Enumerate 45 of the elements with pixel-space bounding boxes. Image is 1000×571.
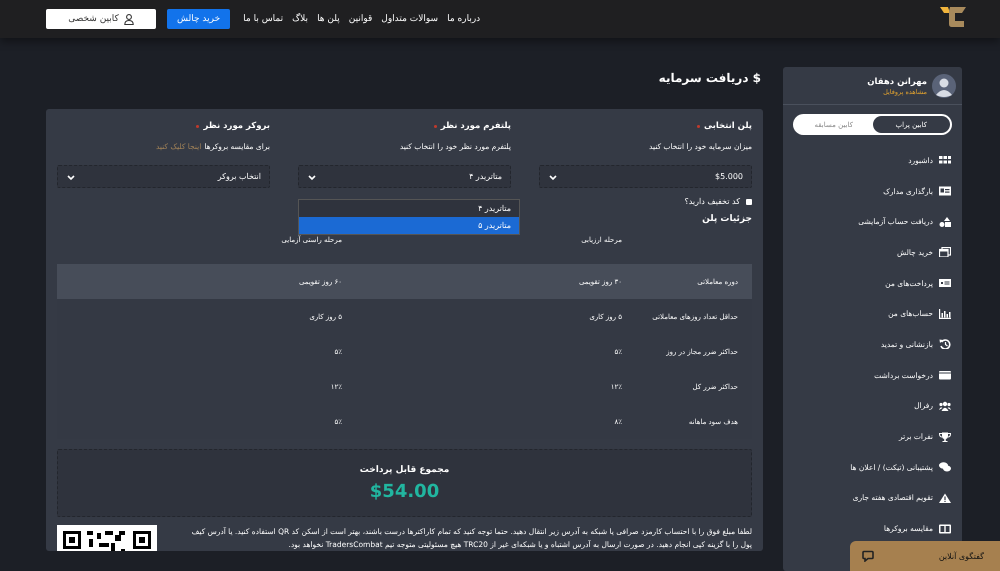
wallet-icon bbox=[939, 370, 951, 380]
page-title: $ دریافت سرمایه bbox=[658, 71, 762, 85]
windows-icon bbox=[939, 247, 951, 258]
warning-icon bbox=[939, 492, 951, 503]
bill-icon bbox=[939, 278, 951, 288]
total-label: مجموع قابل پرداخت bbox=[360, 464, 450, 474]
nav-link[interactable]: قوانین bbox=[348, 14, 372, 24]
account-button[interactable]: کابین شخصی bbox=[46, 9, 156, 29]
total-amount: $54.00 bbox=[370, 480, 440, 502]
discount-checkbox[interactable] bbox=[746, 198, 752, 204]
nav-link[interactable]: پلن ها bbox=[317, 14, 340, 24]
shapes-icon bbox=[939, 216, 951, 227]
dropdown-option[interactable]: متاتریدر ۴ bbox=[299, 200, 519, 217]
field-label: پلن انتخابی bbox=[704, 121, 752, 131]
user-name: مهرانن دهقان bbox=[867, 76, 927, 86]
buy-challenge-button[interactable]: خرید چالش bbox=[167, 9, 230, 29]
select-field[interactable]: انتخاب بروکر bbox=[57, 165, 270, 188]
user-icon bbox=[124, 14, 134, 24]
qr-code-icon bbox=[57, 525, 157, 551]
field-label: بروکر مورد نظر bbox=[203, 121, 270, 131]
id-card-icon bbox=[939, 186, 951, 196]
chevron-down-icon bbox=[548, 172, 558, 180]
select-field[interactable]: متاتریدر ۴ bbox=[298, 165, 511, 188]
nav-link[interactable]: درباره ما bbox=[447, 14, 480, 24]
select-field[interactable]: $5.000 bbox=[539, 165, 752, 188]
chat-bubbles-icon bbox=[939, 462, 951, 472]
discount-label: کد تخفیف دارید؟ bbox=[684, 197, 740, 206]
bar-chart-icon bbox=[939, 308, 951, 319]
users-icon bbox=[939, 400, 951, 411]
nav-link[interactable]: تماس با ما bbox=[243, 14, 284, 24]
chevron-down-icon bbox=[307, 172, 317, 180]
field-label: پلتفرم مورد نظر bbox=[440, 121, 511, 131]
chat-button[interactable]: گفتگوی آنلاین bbox=[850, 541, 1000, 571]
dropdown-option[interactable]: متاتریدر ۵ bbox=[299, 217, 519, 234]
history-icon bbox=[939, 339, 951, 350]
section-title: جزئیات پلن bbox=[701, 214, 752, 224]
columns-icon bbox=[939, 524, 951, 534]
trophy-icon bbox=[939, 432, 951, 442]
nav-link[interactable]: بلاگ bbox=[292, 14, 308, 24]
chat-icon bbox=[862, 550, 874, 562]
nav-link[interactable]: سوالات متداول bbox=[381, 14, 438, 24]
grid-icon bbox=[939, 155, 951, 166]
logo-icon bbox=[938, 5, 968, 29]
avatar-icon bbox=[932, 74, 956, 98]
chevron-down-icon bbox=[66, 172, 76, 180]
